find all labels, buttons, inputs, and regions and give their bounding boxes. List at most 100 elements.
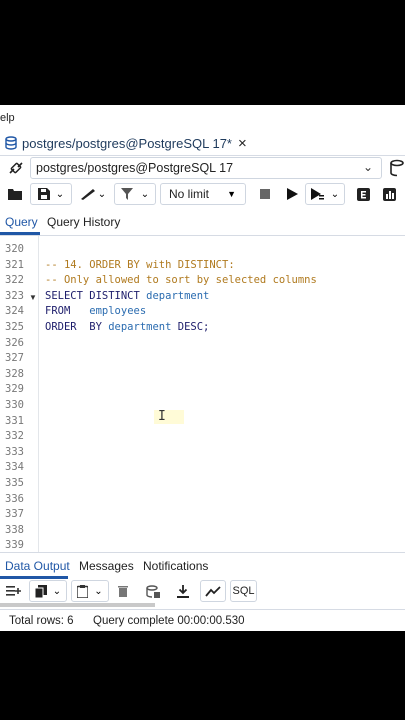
code-token: FROM	[45, 305, 90, 318]
line-number: 336	[5, 492, 24, 505]
line-number: 338	[5, 523, 24, 536]
line-number: 320	[5, 243, 24, 255]
code-line: -- Only allowed to sort by selected colu…	[45, 274, 317, 286]
trash-icon	[118, 586, 128, 597]
code-token: -- 14. ORDER BY with DISTINCT:	[45, 258, 235, 271]
line-number: 322	[5, 274, 24, 287]
editor-tab-title: postgres/postgres@PostgreSQL 17*	[22, 135, 232, 151]
line-number: 339	[5, 539, 24, 552]
line-chart-icon	[205, 585, 221, 597]
macros-button[interactable]	[378, 183, 400, 205]
tab-query-history[interactable]: Query History	[47, 215, 120, 229]
line-number: 332	[5, 430, 24, 443]
commit-icon	[356, 187, 370, 201]
tab-notifications[interactable]: Notifications	[143, 559, 208, 573]
save-data-button[interactable]	[143, 580, 163, 602]
active-tab-indicator	[0, 232, 40, 235]
sql-editor[interactable]: 320 321 322 323 324 325 326 327 328 329 330 331 332 3…	[0, 236, 405, 552]
filter-icon	[120, 188, 133, 200]
chevron-down-icon: ⌄	[330, 188, 340, 200]
chart-icon	[382, 187, 396, 201]
caret-down-icon: ▼	[227, 189, 236, 199]
paste-button[interactable]: ⌄	[71, 580, 109, 602]
line-number: 324	[5, 305, 24, 318]
fold-chevron-icon[interactable]: ▼	[29, 293, 37, 302]
tab-data-output[interactable]: Data Output	[5, 559, 70, 573]
code-token: SELECT DISTINCT	[45, 289, 147, 302]
editor-tab-bar: postgres/postgres@PostgreSQL 17* ×	[0, 131, 405, 156]
chevron-down-icon: ⌄	[97, 188, 107, 200]
edit-button[interactable]: ⌄	[75, 183, 111, 205]
add-row-icon	[6, 586, 21, 596]
chevron-down-icon: ⌄	[94, 585, 103, 597]
code-token: department	[146, 289, 210, 302]
line-number: 330	[5, 399, 24, 411]
connection-bar: postgres/postgres@PostgreSQL 17 ⌄	[0, 155, 405, 181]
total-rows: Total rows: 6	[9, 615, 74, 627]
filter-button[interactable]: ⌄	[114, 183, 156, 205]
line-number: 335	[5, 477, 24, 489]
close-icon[interactable]: ×	[238, 135, 247, 152]
menu-item-help[interactable]: elp	[0, 112, 15, 124]
pencil-icon	[80, 189, 95, 200]
stop-icon	[260, 189, 270, 199]
line-number: 325	[5, 321, 24, 333]
row-limit-select[interactable]: No limit ▼	[160, 183, 246, 205]
folder-icon	[8, 189, 22, 200]
status-bar: Total rows: 6 Query complete 00:00:00.53…	[0, 609, 405, 631]
connection-value: postgres/postgres@PostgreSQL 17	[36, 161, 234, 175]
explain-button[interactable]: ⌄	[305, 183, 345, 205]
tab-messages[interactable]: Messages	[79, 559, 134, 573]
sql-label: SQL	[232, 585, 255, 597]
line-number: 334	[5, 461, 24, 474]
save-icon	[37, 188, 50, 200]
chevron-down-icon: ⌄	[55, 188, 65, 200]
line-number: 329	[5, 383, 24, 396]
line-number: 326	[5, 336, 24, 349]
code-token: -- Only allowed to sort by selected colu…	[45, 274, 317, 287]
query-status: Query complete 00:00:00.530	[93, 615, 245, 627]
query-toolbar: ⌄ ⌄ ⌄ No limit ▼ ⌄	[0, 181, 405, 209]
database-icon	[5, 136, 17, 150]
menu-bar: elp	[0, 105, 405, 131]
sql-button[interactable]: SQL	[230, 580, 257, 602]
line-number: 328	[5, 367, 24, 380]
text-cursor-icon: I	[158, 409, 166, 424]
connection-select[interactable]: postgres/postgres@PostgreSQL 17 ⌄	[30, 157, 382, 179]
query-tabs: Query Query History	[0, 209, 405, 236]
line-number: 327	[5, 352, 24, 365]
editor-tab[interactable]: postgres/postgres@PostgreSQL 17* ×	[0, 131, 247, 155]
line-number: 321	[5, 258, 24, 271]
download-icon	[177, 584, 189, 598]
plug-icon[interactable]	[6, 159, 26, 177]
horizontal-scrollbar[interactable]	[0, 603, 155, 607]
code-line: FROM employees	[45, 305, 146, 317]
output-tabs: Data Output Messages Notifications	[0, 552, 405, 579]
chevron-down-icon: ⌄	[140, 188, 150, 200]
commit-button[interactable]	[352, 183, 374, 205]
delete-button[interactable]	[113, 580, 133, 602]
stop-button[interactable]	[254, 183, 276, 205]
database-icon[interactable]	[388, 159, 405, 177]
code-line: -- 14. ORDER BY with DISTINCT:	[45, 259, 235, 271]
code-token: employees	[89, 305, 147, 318]
add-row-button[interactable]	[3, 580, 25, 602]
copy-button[interactable]: ⌄	[29, 580, 67, 602]
open-file-button[interactable]	[3, 183, 27, 205]
line-number: 331	[5, 414, 24, 427]
play-icon	[286, 188, 298, 200]
save-button[interactable]: ⌄	[30, 183, 72, 205]
tab-query[interactable]: Query	[5, 215, 38, 229]
code-token: department	[108, 321, 172, 333]
chevron-down-icon: ⌄	[362, 160, 373, 174]
row-limit-value: No limit	[169, 187, 210, 201]
chevron-down-icon: ⌄	[52, 585, 62, 597]
copy-icon	[34, 584, 47, 598]
code-line: SELECT DISTINCT department	[45, 290, 209, 302]
execute-button[interactable]	[280, 183, 304, 205]
explain-icon	[310, 188, 324, 200]
line-number: 323	[5, 289, 24, 302]
line-number: 337	[5, 508, 24, 521]
download-button[interactable]	[171, 580, 195, 602]
graph-button[interactable]	[200, 580, 226, 602]
